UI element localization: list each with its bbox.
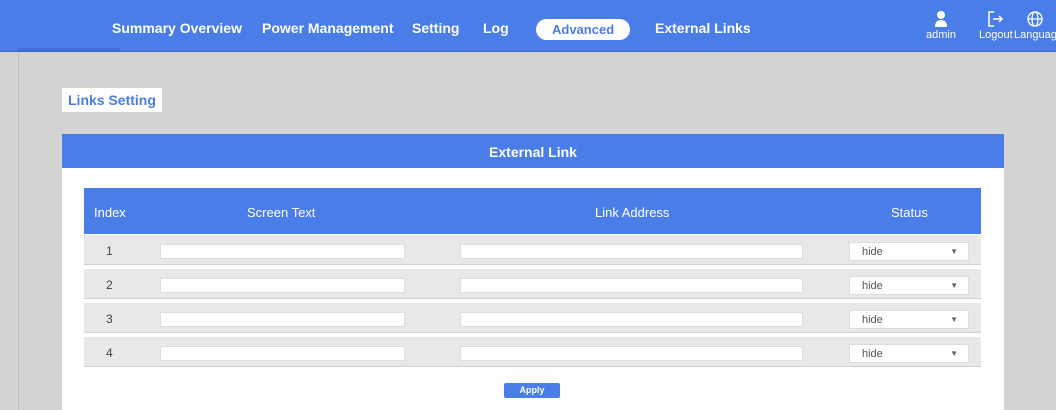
status-value: hide	[862, 348, 883, 360]
nav-power-management[interactable]: Power Management	[262, 20, 393, 36]
row-index: 2	[106, 278, 113, 292]
nav-log[interactable]: Log	[483, 20, 509, 36]
language-button[interactable]: Languag	[1014, 10, 1056, 41]
globe-icon	[1027, 11, 1044, 27]
panel-title: External Link	[62, 134, 1004, 168]
user-menu[interactable]: admin	[926, 10, 956, 41]
table-row: 2 hide ▼	[84, 269, 981, 299]
table-row: 1 hide ▼	[84, 235, 981, 265]
language-label: Languag	[1014, 29, 1056, 41]
page-border	[18, 52, 19, 410]
chevron-down-icon: ▼	[950, 281, 958, 290]
external-link-panel: External Link Index Screen Text Link Add…	[62, 134, 1004, 410]
nav-indicator	[18, 48, 120, 51]
username-label: admin	[926, 29, 956, 41]
link-address-input[interactable]	[460, 346, 803, 361]
row-index: 4	[106, 346, 113, 360]
section-title: Links Setting	[62, 88, 162, 112]
link-address-input[interactable]	[460, 278, 803, 293]
top-nav-bar: Summary Overview Power Management Settin…	[0, 0, 1056, 52]
nav-external-links[interactable]: External Links	[655, 20, 751, 36]
status-select[interactable]: hide ▼	[849, 310, 969, 329]
link-address-input[interactable]	[460, 244, 803, 259]
link-address-input[interactable]	[460, 312, 803, 327]
status-select[interactable]: hide ▼	[849, 276, 969, 295]
status-select[interactable]: hide ▼	[849, 344, 969, 363]
status-value: hide	[862, 280, 883, 292]
col-index: Index	[94, 205, 126, 220]
chevron-down-icon: ▼	[950, 349, 958, 358]
status-value: hide	[862, 314, 883, 326]
screen-text-input[interactable]	[160, 346, 405, 361]
user-icon	[934, 11, 947, 27]
screen-text-input[interactable]	[160, 312, 405, 327]
chevron-down-icon: ▼	[950, 315, 958, 324]
row-index: 1	[106, 244, 113, 258]
nav-advanced[interactable]: Advanced	[536, 19, 631, 40]
table-header: Index Screen Text Link Address Status	[84, 188, 981, 234]
col-link-address: Link Address	[595, 205, 670, 220]
screen-text-input[interactable]	[160, 244, 405, 259]
logout-button[interactable]: Logout	[979, 10, 1013, 41]
col-status: Status	[891, 205, 928, 220]
nav-setting[interactable]: Setting	[412, 20, 459, 36]
col-screen-text: Screen Text	[247, 205, 316, 220]
table-row: 3 hide ▼	[84, 303, 981, 333]
logout-label: Logout	[979, 29, 1013, 41]
screen-text-input[interactable]	[160, 278, 405, 293]
status-select[interactable]: hide ▼	[849, 242, 969, 261]
apply-button[interactable]: Apply	[504, 383, 560, 398]
status-value: hide	[862, 246, 883, 258]
row-index: 3	[106, 312, 113, 326]
logout-icon	[988, 11, 1003, 27]
nav-summary-overview[interactable]: Summary Overview	[112, 20, 242, 36]
chevron-down-icon: ▼	[950, 247, 958, 256]
table-row: 4 hide ▼	[84, 337, 981, 367]
